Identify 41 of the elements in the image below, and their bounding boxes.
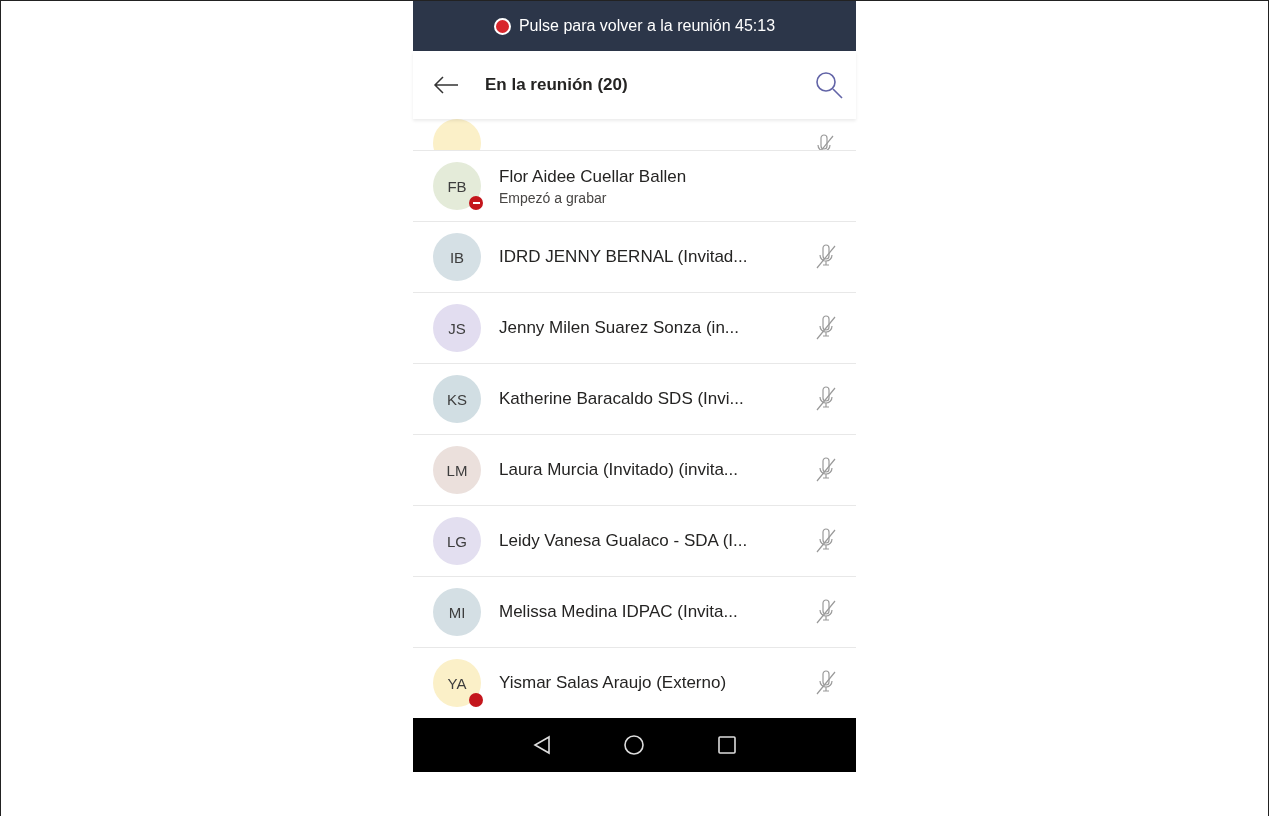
page-title: En la reunión (20) (485, 75, 629, 95)
participant-row[interactable]: MI Melissa Medina IDPAC (Invita... (413, 576, 856, 647)
avatar-initials: YA (447, 674, 467, 692)
avatar-initials: LG (447, 532, 467, 550)
do-not-disturb-icon (469, 196, 483, 210)
participant-row[interactable]: LM Laura Murcia (Invitado) (invita... (413, 434, 856, 505)
participant-name: Yismar Salas Araujo (Externo) (499, 673, 728, 693)
muted-mic-icon (814, 386, 838, 412)
participant-row[interactable]: JS Jenny Milen Suarez Sonza (in... (413, 292, 856, 363)
avatar-initials: MI (448, 603, 466, 621)
participant-name: Jenny Milen Suarez Sonza (in... (499, 318, 740, 338)
avatar-initials: FB (447, 177, 467, 195)
participant-name: Leidy Vanesa Gualaco - SDA (I... (499, 531, 749, 551)
search-button[interactable] (814, 70, 844, 100)
recents-nav-button[interactable] (716, 735, 737, 755)
avatar-initials: IB (449, 248, 465, 266)
avatar-initials: LM (446, 461, 468, 479)
participant-name: Flor Aidee Cuellar Ballen (499, 166, 688, 187)
muted-mic-icon (814, 599, 838, 625)
muted-mic-icon (814, 528, 838, 554)
muted-mic-icon (814, 244, 838, 270)
muted-mic-icon (814, 457, 838, 483)
back-nav-button[interactable] (532, 735, 551, 755)
participant-status-text: Empezó a grabar (499, 189, 608, 206)
muted-mic-icon (814, 670, 838, 696)
participant-row[interactable]: IB IDRD JENNY BERNAL (Invitad... (413, 221, 856, 292)
avatar-initials: JS (448, 319, 466, 337)
participant-row[interactable]: KS Katherine Baracaldo SDS (Invi... (413, 363, 856, 434)
participant-name: IDRD JENNY BERNAL (Invitad... (499, 247, 749, 267)
banner-text: Pulse para volver a la reunión 45:13 (518, 17, 776, 35)
return-to-meeting-banner[interactable]: Pulse para volver a la reunión 45:13 (413, 1, 856, 51)
participant-row[interactable]: LG Leidy Vanesa Gualaco - SDA (I... (413, 505, 856, 576)
avatar-initials: KS (447, 390, 467, 408)
participant-name: Melissa Medina IDPAC (Invita... (499, 602, 739, 622)
participant-name: Laura Murcia (Invitado) (invita... (499, 460, 740, 480)
participant-name: Katherine Baracaldo SDS (Invi... (499, 389, 745, 409)
participant-row[interactable]: FB Flor Aidee Cuellar Ballen Empezó a grabar (413, 150, 856, 221)
busy-status-icon (469, 693, 483, 707)
back-button[interactable] (433, 75, 459, 95)
home-nav-button[interactable] (622, 734, 645, 756)
muted-mic-icon (814, 315, 838, 341)
